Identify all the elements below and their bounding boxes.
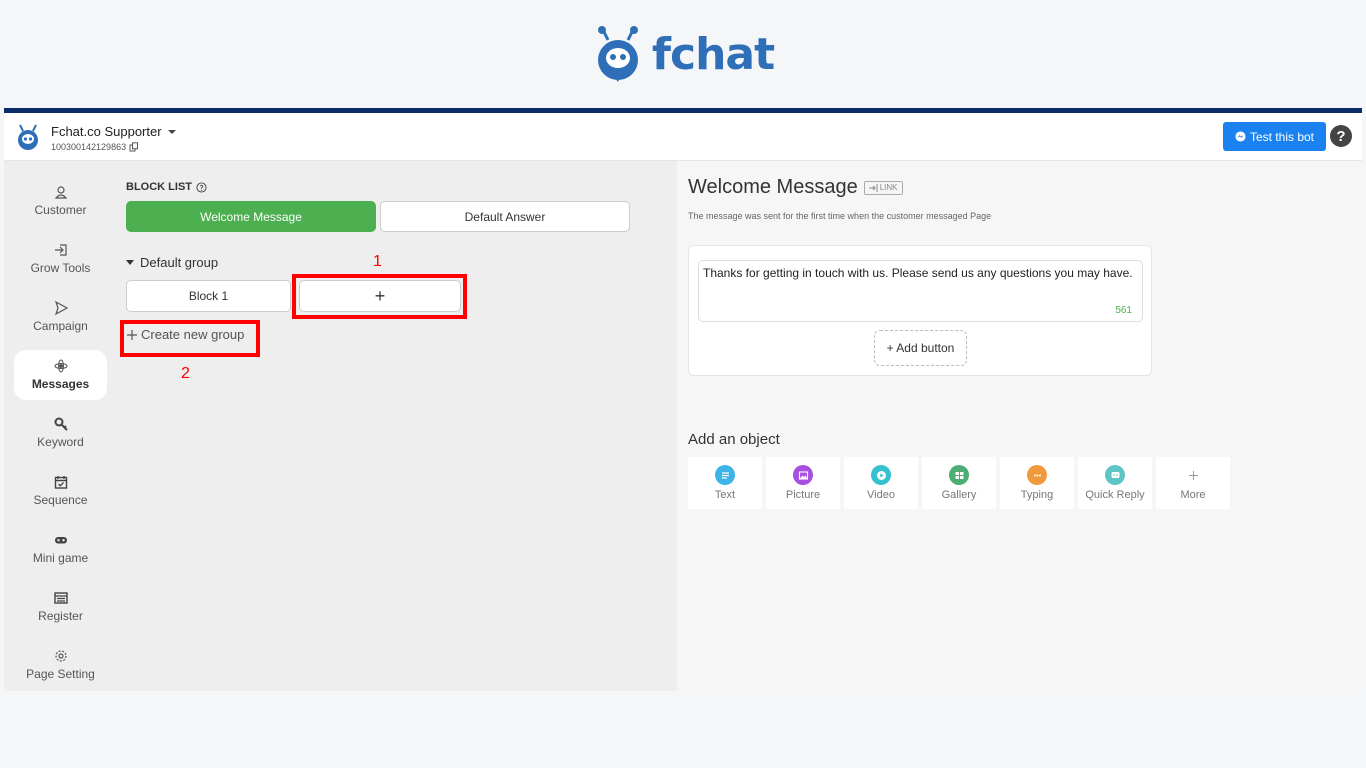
object-label: Picture [785, 489, 821, 501]
page-name: Fchat.co Supporter [51, 124, 162, 139]
sidebar-item-sequence[interactable]: Sequence [14, 466, 107, 516]
text-message-card: Thanks for getting in touch with us. Ple… [688, 245, 1152, 376]
block-list-heading: BLOCK LIST [126, 181, 192, 193]
user-icon [54, 186, 67, 199]
message-editor: Welcome Message LINK The message was sen… [677, 161, 1362, 691]
test-bot-label: Test this bot [1249, 129, 1315, 144]
test-bot-button[interactable]: Test this bot [1223, 122, 1326, 151]
sidebar-item-mini-game[interactable]: Mini game [14, 524, 107, 574]
sidebar-item-keyword[interactable]: Keyword [14, 408, 107, 458]
page-id: 100300142129863 [51, 142, 139, 152]
sidebar-item-label: Messages [31, 377, 90, 391]
picture-icon [793, 465, 813, 485]
object-label: Gallery [941, 489, 977, 501]
sidebar: Customer Grow Tools Campaign Messages Ke… [4, 161, 116, 691]
top-bar: Fchat.co Supporter 100300142129863 Test … [4, 113, 1362, 161]
typing-icon [1027, 465, 1047, 485]
object-label: Typing [1020, 489, 1054, 501]
app-window: Fchat.co Supporter 100300142129863 Test … [4, 108, 1362, 691]
block-list-panel: BLOCK LIST Welcome Message Default Answe… [116, 161, 677, 691]
group-header-default[interactable]: Default group [126, 255, 218, 270]
video-icon [871, 465, 891, 485]
brand-name: fchat [651, 28, 775, 80]
sidebar-item-messages[interactable]: Messages [14, 350, 107, 400]
messenger-icon [1235, 131, 1246, 142]
default-answer-tab[interactable]: Default Answer [380, 201, 630, 232]
block-list-title: BLOCK LIST [126, 181, 207, 193]
object-more-button[interactable]: More [1156, 457, 1230, 509]
object-picture-button[interactable]: Picture [766, 457, 840, 509]
gear-icon [54, 650, 67, 662]
char-counter: 561 [1115, 305, 1132, 316]
caret-down-icon [126, 260, 134, 265]
editor-title-text: Welcome Message [688, 176, 858, 198]
list-icon [53, 592, 68, 604]
plus-icon [1183, 465, 1203, 485]
sidebar-item-page-setting[interactable]: Page Setting [14, 640, 107, 690]
sidebar-item-register[interactable]: Register [14, 582, 107, 632]
quick-reply-icon [1105, 465, 1125, 485]
copy-icon[interactable] [129, 142, 139, 152]
object-gallery-button[interactable]: Gallery [922, 457, 996, 509]
object-text-button[interactable]: Text [688, 457, 762, 509]
object-label: More [1180, 489, 1206, 501]
sidebar-item-label: Grow Tools [30, 261, 91, 275]
editor-description: The message was sent for the first time … [688, 211, 992, 221]
link-arrow-icon [868, 183, 878, 192]
sidebar-item-label: Keyword [37, 435, 84, 449]
annotation-number-2: 2 [181, 365, 190, 382]
sidebar-item-label: Customer [34, 203, 87, 217]
sidebar-item-label: Campaign [33, 319, 88, 333]
object-quick-reply-button[interactable]: Quick Reply [1078, 457, 1152, 509]
highlight-box-create-group [120, 320, 260, 357]
message-text: Thanks for getting in touch with us. Ple… [703, 266, 1133, 280]
page-avatar-icon [18, 124, 38, 150]
gallery-icon [949, 465, 969, 485]
link-tag-label: LINK [879, 183, 898, 192]
link-tag[interactable]: LINK [863, 180, 903, 195]
add-object-title: Add an object [688, 431, 780, 448]
block-1-button[interactable]: Block 1 [126, 280, 291, 312]
sidebar-item-label: Sequence [33, 493, 88, 507]
text-icon [715, 465, 735, 485]
sidebar-item-label: Mini game [32, 551, 89, 565]
highlight-box-add-block [292, 274, 467, 319]
sidebar-item-campaign[interactable]: Campaign [14, 292, 107, 342]
page-selector[interactable]: Fchat.co Supporter [51, 124, 176, 139]
calendar-check-icon [54, 476, 67, 489]
help-icon[interactable]: ? [1330, 125, 1352, 147]
question-circle-icon[interactable] [196, 181, 207, 193]
object-label: Text [714, 489, 736, 501]
messages-icon [54, 359, 67, 373]
annotation-number-1: 1 [373, 253, 382, 270]
sidebar-item-label: Page Setting [26, 667, 95, 681]
add-button-button[interactable]: + Add button [874, 330, 967, 366]
object-typing-button[interactable]: Typing [1000, 457, 1074, 509]
chevron-down-icon [167, 129, 176, 134]
brand-header: fchat [0, 0, 1366, 108]
object-video-button[interactable]: Video [844, 457, 918, 509]
page-id-value: 100300142129863 [51, 142, 127, 152]
fchat-logo-icon [597, 26, 638, 82]
editor-title: Welcome Message LINK [688, 176, 903, 199]
object-label: Video [867, 489, 895, 501]
gamepad-icon [54, 537, 67, 544]
sidebar-item-label: Register [38, 609, 83, 623]
message-text-area[interactable]: Thanks for getting in touch with us. Ple… [698, 260, 1143, 322]
sidebar-item-customer[interactable]: Customer [14, 176, 107, 226]
login-icon [54, 244, 67, 256]
send-icon [54, 301, 68, 315]
key-icon [54, 417, 68, 431]
welcome-message-tab[interactable]: Welcome Message [126, 201, 376, 232]
object-label: Quick Reply [1085, 489, 1145, 501]
group-name: Default group [140, 255, 219, 270]
sidebar-item-grow-tools[interactable]: Grow Tools [14, 234, 107, 284]
